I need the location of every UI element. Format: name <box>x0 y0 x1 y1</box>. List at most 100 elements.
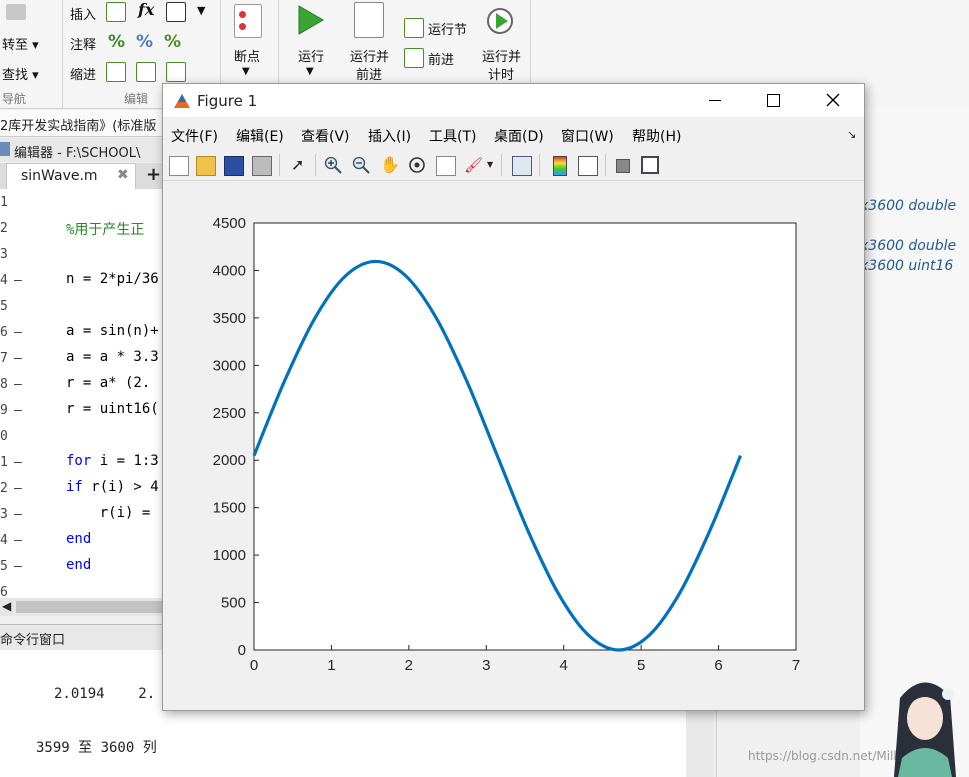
smart-indent-icon[interactable] <box>106 62 126 82</box>
code-line[interactable]: r = a* (2. <box>66 375 150 391</box>
code-line[interactable]: if r(i) > 4 <box>66 479 159 495</box>
close-icon[interactable] <box>826 93 840 107</box>
code-line[interactable]: a = a * 3.3 <box>66 349 159 365</box>
breakpoint-dash[interactable]: — <box>14 403 22 418</box>
new-tab-plus-icon[interactable]: + <box>146 164 161 185</box>
workspace-row[interactable]: x3600 uint16 <box>860 258 953 274</box>
toolbar-separator <box>501 154 502 176</box>
breakpoint-dash[interactable]: — <box>14 377 22 392</box>
run-advance-label-2[interactable]: 前进 <box>356 64 382 83</box>
goto-button[interactable]: 转至 ▾ <box>2 34 39 53</box>
print-icon[interactable] <box>252 156 272 176</box>
pointer-arrow-icon[interactable]: ➚ <box>291 156 309 174</box>
comment-percent-icon[interactable]: % <box>108 32 125 52</box>
menu-insert[interactable]: 插入(I) <box>368 126 411 146</box>
code-line[interactable]: end <box>66 557 91 573</box>
run-and-time-icon[interactable] <box>486 4 516 36</box>
colorbar-icon[interactable] <box>553 156 567 176</box>
hide-plot-tools-icon[interactable] <box>616 159 630 173</box>
chevron-down-icon[interactable]: ▼ <box>197 4 205 17</box>
dock-arrow-icon[interactable]: ↘ <box>847 128 856 141</box>
open-file-icon[interactable] <box>196 156 216 176</box>
breakpoint-label[interactable]: 断点 <box>234 46 260 65</box>
line-number: 4 <box>0 273 8 288</box>
workspace-row[interactable]: x3600 double <box>860 238 956 254</box>
uncomment-icon[interactable]: % <box>136 32 153 52</box>
run-time-label-2[interactable]: 计时 <box>488 64 514 83</box>
code-line[interactable]: n = 2*pi/36 <box>66 271 159 287</box>
run-time-label-1[interactable]: 运行并 <box>482 46 521 65</box>
rotate-3d-icon[interactable] <box>408 156 426 174</box>
back-arrow-icon[interactable] <box>6 4 26 20</box>
run-section-label[interactable]: 运行节 <box>428 19 467 38</box>
advance-icon[interactable] <box>404 48 424 68</box>
increase-indent-icon[interactable] <box>136 62 156 82</box>
chevron-down-icon[interactable]: ▼ <box>306 66 314 77</box>
run-label[interactable]: 运行 <box>298 46 324 65</box>
insert-section-icon[interactable] <box>106 2 126 22</box>
y-tick-label: 3500 <box>213 310 246 327</box>
chevron-down-icon[interactable]: ▼ <box>487 160 493 169</box>
close-icon[interactable]: ✖ <box>117 167 129 183</box>
breakpoint-dash[interactable]: — <box>14 507 22 522</box>
breakpoint-dash[interactable]: — <box>14 481 22 496</box>
editor-horizontal-scrollbar[interactable]: ◀ <box>0 598 162 616</box>
menu-help[interactable]: 帮助(H) <box>632 126 681 146</box>
find-button[interactable]: 查找 ▾ <box>2 64 39 83</box>
minimize-icon[interactable] <box>709 100 721 101</box>
scroll-left-icon[interactable]: ◀ <box>2 599 11 613</box>
code-line[interactable]: %用于产生正 <box>66 219 144 239</box>
insert-function-icon[interactable] <box>166 2 186 22</box>
breakpoint-dash[interactable]: — <box>14 273 22 288</box>
menu-edit[interactable]: 编辑(E) <box>236 126 284 146</box>
fx-icon[interactable]: fx <box>138 0 154 19</box>
new-figure-icon[interactable] <box>169 156 189 176</box>
save-icon[interactable] <box>224 156 244 176</box>
data-cursor-icon[interactable] <box>436 156 456 176</box>
sine-wave-plot[interactable]: 0 1 2 3 4 5 6 7 0 500 1000 1500 2000 2500 3000 3500 400… <box>163 181 864 710</box>
menu-view[interactable]: 查看(V) <box>301 126 350 146</box>
legend-icon[interactable] <box>578 156 598 176</box>
code-line[interactable]: r(i) = <box>66 505 151 521</box>
menu-desktop[interactable]: 桌面(D) <box>494 126 544 146</box>
breakpoint-dash[interactable]: — <box>14 325 22 340</box>
indent-label[interactable]: 缩进 <box>70 64 96 83</box>
wrap-comment-icon[interactable]: % <box>164 32 181 52</box>
scroll-thumb[interactable] <box>16 601 162 613</box>
insert-label[interactable]: 插入 <box>70 4 96 23</box>
code-editor[interactable]: 1 2 %用于产生正 3 4 — n = 2*pi/36 5 6 — a = sin(n)+ 7 — a … <box>0 189 162 600</box>
maximize-icon[interactable] <box>767 94 780 107</box>
run-advance-label-1[interactable]: 运行并 <box>350 46 389 65</box>
run-play-icon[interactable] <box>296 4 326 36</box>
workspace-row[interactable]: x3600 double <box>860 198 956 214</box>
menu-file[interactable]: 文件(F) <box>171 126 218 146</box>
code-line[interactable]: a = sin(n)+ <box>66 323 159 339</box>
tab-sinwave[interactable]: sinWave.m ✖ <box>6 163 136 190</box>
breakpoint-dash[interactable]: — <box>14 559 22 574</box>
pan-hand-icon[interactable]: ✋ <box>380 156 400 174</box>
run-and-advance-icon[interactable] <box>354 2 384 38</box>
line-number: 0 <box>0 429 8 444</box>
menu-tools[interactable]: 工具(T) <box>429 126 476 146</box>
zoom-out-icon[interactable] <box>352 156 370 174</box>
current-folder-path[interactable]: 2库开发实战指南》(标准版 <box>0 115 156 134</box>
brush-icon[interactable]: 🖌 <box>464 156 483 174</box>
y-tick-label: 4000 <box>213 262 246 279</box>
breakpoint-dash[interactable]: — <box>14 533 22 548</box>
decrease-indent-icon[interactable] <box>166 62 186 82</box>
code-line[interactable]: r = uint16( <box>66 401 159 417</box>
show-plot-tools-icon[interactable] <box>641 156 659 174</box>
command-window-scrollbar[interactable] <box>686 709 714 777</box>
run-section-icon[interactable] <box>404 18 424 38</box>
advance-label[interactable]: 前进 <box>428 49 454 68</box>
comment-label[interactable]: 注释 <box>70 34 96 53</box>
menu-window[interactable]: 窗口(W) <box>561 126 614 146</box>
link-plot-icon[interactable] <box>512 156 532 176</box>
code-line[interactable]: for i = 1:3 <box>66 453 159 469</box>
code-line[interactable]: end <box>66 531 91 547</box>
chevron-down-icon[interactable]: ▼ <box>242 66 250 77</box>
breakpoint-dash[interactable]: — <box>14 351 22 366</box>
breakpoint-icon[interactable] <box>234 4 262 38</box>
breakpoint-dash[interactable]: — <box>14 455 22 470</box>
zoom-in-icon[interactable] <box>324 156 342 174</box>
